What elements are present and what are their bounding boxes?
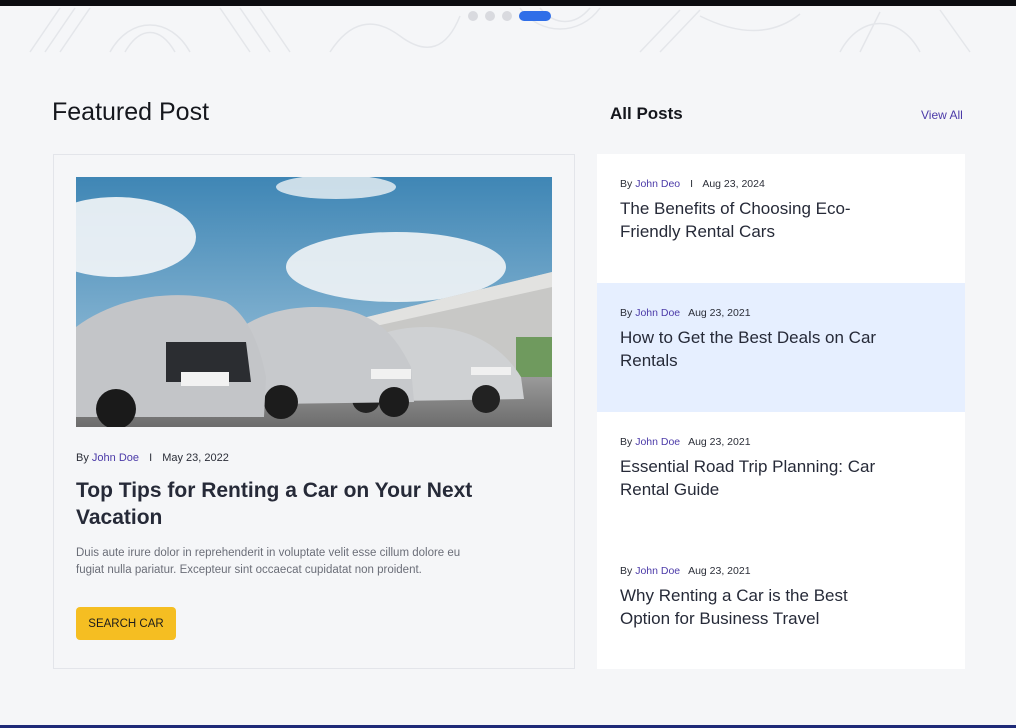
post-meta: By John Doe Aug 23, 2021 (620, 307, 751, 319)
carousel-dots (468, 11, 551, 21)
by-label: By (620, 565, 633, 577)
post-date: May 23, 2022 (162, 452, 229, 464)
author-link[interactable]: John Doe (635, 436, 680, 448)
featured-post-title[interactable]: Top Tips for Renting a Car on Your Next … (76, 477, 516, 531)
author-link[interactable]: John Doe (635, 307, 680, 319)
all-posts-list: By John Deo I Aug 23, 2024 The Benefits … (597, 154, 965, 669)
list-item[interactable]: By John Doe Aug 23, 2021 Why Renting a C… (597, 541, 965, 670)
carousel-dot[interactable] (485, 11, 495, 21)
post-date: Aug 23, 2024 (702, 178, 765, 190)
post-meta: By John Doe Aug 23, 2021 (620, 565, 751, 577)
view-all-link[interactable]: View All (921, 108, 963, 122)
post-title[interactable]: How to Get the Best Deals on Car Rentals (620, 326, 890, 372)
featured-post-card: By John Doe I May 23, 2022 Top Tips for … (53, 154, 575, 669)
meta-separator: I (149, 452, 153, 464)
list-item[interactable]: By John Doe Aug 23, 2021 How to Get the … (597, 283, 965, 412)
by-label: By (620, 436, 633, 448)
post-date: Aug 23, 2021 (688, 307, 751, 319)
post-meta: By John Doe Aug 23, 2021 (620, 436, 751, 448)
featured-post-meta: By John Doe I May 23, 2022 (76, 452, 229, 464)
featured-post-image[interactable] (76, 177, 552, 427)
by-label: By (620, 307, 633, 319)
by-label: By (620, 178, 633, 190)
post-title[interactable]: The Benefits of Choosing Eco-Friendly Re… (620, 197, 890, 243)
post-date: Aug 23, 2021 (688, 565, 751, 577)
carousel-dot[interactable] (519, 11, 551, 21)
author-link[interactable]: John Doe (635, 565, 680, 577)
all-posts-title: All Posts (610, 104, 683, 123)
featured-section-title: Featured Post (52, 98, 210, 126)
post-date: Aug 23, 2021 (688, 436, 751, 448)
post-title[interactable]: Essential Road Trip Planning: Car Rental… (620, 455, 890, 501)
post-meta: By John Deo I Aug 23, 2024 (620, 178, 765, 190)
carousel-dot[interactable] (468, 11, 478, 21)
author-link[interactable]: John Doe (92, 452, 139, 464)
post-title[interactable]: Why Renting a Car is the Best Option for… (620, 584, 890, 630)
meta-separator: I (690, 178, 693, 190)
list-item[interactable]: By John Doe Aug 23, 2021 Essential Road … (597, 412, 965, 541)
search-car-button[interactable]: SEARCH CAR (76, 607, 176, 640)
featured-post-excerpt: Duis aute irure dolor in reprehenderit i… (76, 547, 461, 576)
author-link[interactable]: John Deo (635, 178, 680, 190)
by-label: By (76, 452, 89, 464)
carousel-dot[interactable] (502, 11, 512, 21)
list-item[interactable]: By John Deo I Aug 23, 2024 The Benefits … (597, 154, 965, 283)
